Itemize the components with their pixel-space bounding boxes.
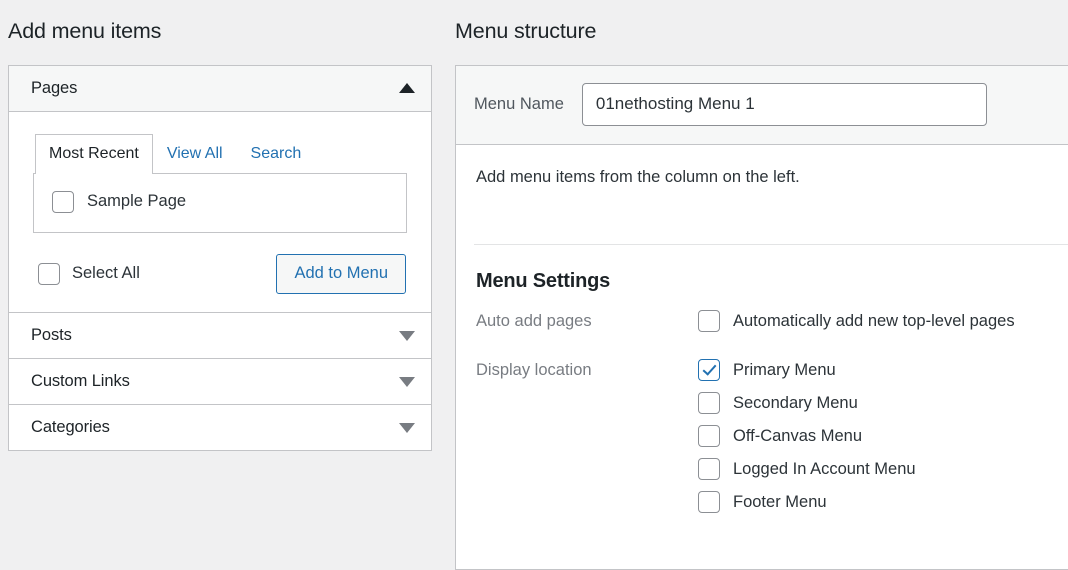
accordion-title-posts: Posts (31, 326, 72, 345)
checkbox-primary-menu[interactable] (698, 359, 720, 382)
auto-add-pages-options: Automatically add new top-level pages (698, 310, 1068, 343)
menu-name-input[interactable] (581, 82, 987, 126)
pages-actions-row: Select All Add to Menu (33, 253, 407, 295)
accordion-header-pages[interactable]: Pages (9, 65, 431, 112)
empty-menu-hint: Add menu items from the column on the le… (476, 167, 800, 186)
select-all-control[interactable]: Select All (38, 262, 140, 285)
tab-view-all[interactable]: View All (153, 134, 237, 174)
accordion-title-custom-links: Custom Links (31, 372, 130, 391)
triangle-down-icon[interactable] (399, 422, 415, 433)
list-item-label: Sample Page (87, 192, 187, 211)
page-title-menu-structure: Menu structure (455, 19, 597, 43)
checkbox-secondary-menu[interactable] (698, 392, 720, 415)
checkbox-select-all[interactable] (38, 262, 60, 285)
display-location-options: Primary Menu Secondary Menu Off-Canvas M… (698, 359, 1068, 524)
display-location-option-label: Primary Menu (733, 360, 836, 379)
display-location-option-label: Off-Canvas Menu (733, 426, 863, 445)
menu-settings-title: Menu Settings (476, 270, 611, 293)
menu-name-row: Menu Name (456, 65, 1068, 145)
auto-add-pages-row: Auto add pages Automatically add new top… (474, 307, 1068, 343)
auto-add-pages-option[interactable]: Automatically add new top-level pages (698, 310, 1068, 333)
display-location-option-label: Logged In Account Menu (733, 459, 916, 478)
checkbox-sample-page[interactable] (52, 190, 74, 213)
pages-most-recent-panel: Sample Page (33, 172, 407, 233)
accordion-panel-posts: Posts (9, 312, 431, 359)
select-all-label: Select All (72, 264, 140, 283)
display-location-option-logged-in-account[interactable]: Logged In Account Menu (698, 458, 1068, 481)
auto-add-pages-option-label: Automatically add new top-level pages (733, 311, 1015, 330)
display-location-row: Display location Primary Menu Secondary … (474, 356, 1068, 524)
accordion-header-custom-links[interactable]: Custom Links (9, 359, 431, 405)
display-location-option-primary[interactable]: Primary Menu (698, 359, 1068, 382)
tab-search[interactable]: Search (237, 134, 316, 174)
add-menu-items-accordion: Pages Most Recent View All Search Sample… (8, 64, 432, 452)
display-location-option-secondary[interactable]: Secondary Menu (698, 392, 1068, 415)
triangle-up-icon[interactable] (399, 83, 415, 94)
accordion-panel-pages: Pages Most Recent View All Search Sample… (9, 65, 431, 313)
menu-structure-column: Menu structure Menu Name Add menu items … (432, 0, 1068, 570)
accordion-body-pages: Most Recent View All Search Sample Page (9, 111, 431, 313)
pages-tablist: Most Recent View All Search (33, 133, 407, 174)
triangle-down-icon[interactable] (399, 376, 415, 387)
menus-screen: Add menu items Pages Most Recent View Al… (0, 0, 1068, 570)
menu-structure-body: Add menu items from the column on the le… (456, 145, 1068, 525)
auto-add-pages-label: Auto add pages (476, 312, 592, 331)
accordion-panel-categories: Categories (9, 404, 431, 451)
checkbox-logged-in-account-menu[interactable] (698, 458, 720, 481)
menu-structure-panel: Menu Name Add menu items from the column… (455, 64, 1068, 570)
display-location-option-label: Secondary Menu (733, 393, 858, 412)
display-location-label: Display location (476, 361, 592, 380)
display-location-option-footer[interactable]: Footer Menu (698, 491, 1068, 514)
checkbox-off-canvas-menu[interactable] (698, 425, 720, 448)
accordion-title-categories: Categories (31, 418, 110, 437)
display-location-option-off-canvas[interactable]: Off-Canvas Menu (698, 425, 1068, 448)
add-menu-items-column: Add menu items Pages Most Recent View Al… (0, 0, 432, 452)
display-location-option-label: Footer Menu (733, 492, 827, 511)
accordion-header-categories[interactable]: Categories (9, 405, 431, 451)
tab-most-recent[interactable]: Most Recent (35, 133, 153, 174)
triangle-down-icon[interactable] (399, 330, 415, 341)
page-title-add-menu-items: Add menu items (8, 19, 162, 43)
add-to-menu-button[interactable]: Add to Menu (276, 253, 406, 295)
accordion-header-posts[interactable]: Posts (9, 313, 431, 359)
accordion-title-pages: Pages (31, 78, 78, 97)
menu-name-label: Menu Name (474, 94, 564, 113)
list-item[interactable]: Sample Page (52, 190, 388, 213)
checkbox-auto-add-pages[interactable] (698, 310, 720, 333)
checkbox-footer-menu[interactable] (698, 491, 720, 514)
accordion-panel-custom-links: Custom Links (9, 358, 431, 405)
